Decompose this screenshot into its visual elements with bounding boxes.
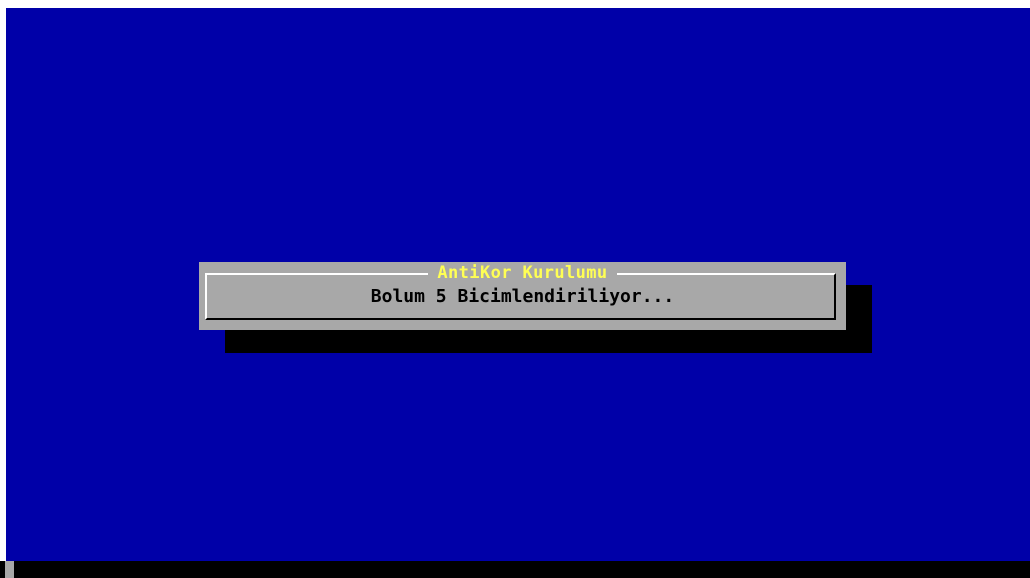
installer-screen: AntiKor Kurulumu Bolum 5 Bicimlendiriliy…	[0, 0, 1030, 578]
dialog-title-wrapper: AntiKor Kurulumu	[199, 263, 846, 282]
text-cursor	[5, 561, 14, 578]
status-bar	[0, 561, 1030, 578]
progress-dialog: AntiKor Kurulumu Bolum 5 Bicimlendiriliy…	[199, 262, 846, 330]
dialog-title: AntiKor Kurulumu	[428, 264, 617, 282]
status-message: Bolum 5 Bicimlendiriliyor...	[370, 286, 675, 307]
